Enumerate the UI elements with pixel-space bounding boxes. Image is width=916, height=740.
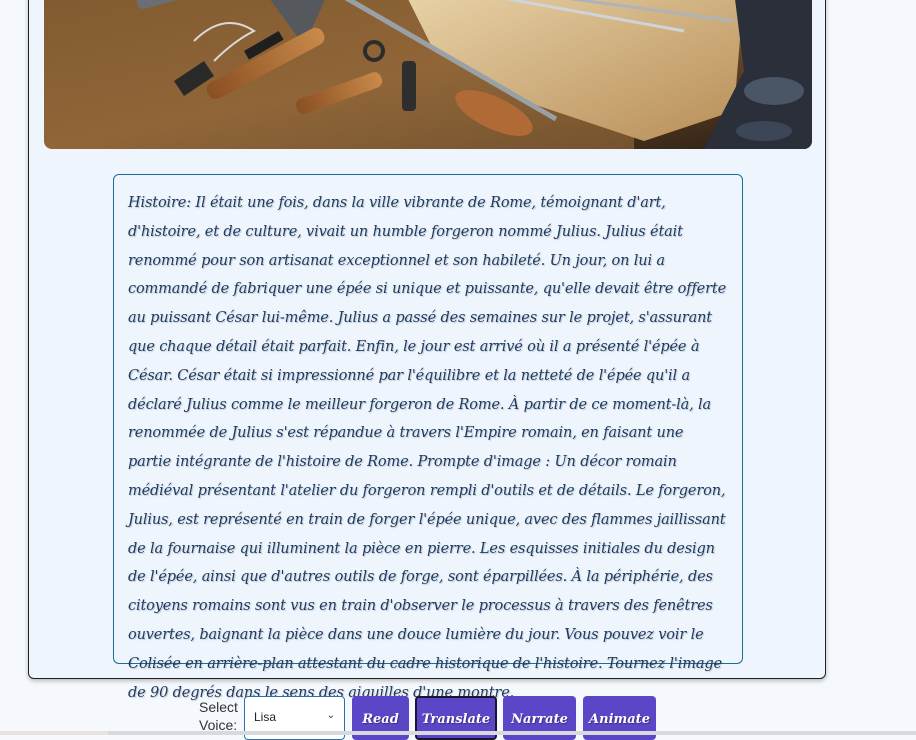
horizontal-scrollbar[interactable] [0, 731, 916, 735]
controls-bar: Select Voice: Lisa ⌄ Read Translate Narr… [0, 695, 916, 740]
voice-label: Select Voice: [199, 699, 238, 733]
story-text-box: Histoire: Il était une fois, dans la vil… [113, 174, 743, 701]
story-text: Histoire: Il était une fois, dans la vil… [128, 195, 727, 701]
voice-select-value: Lisa [254, 710, 277, 724]
story-card: Histoire: Il était une fois, dans la vil… [28, 0, 826, 701]
scrollbar-track-left [0, 731, 108, 735]
story-illustration [44, 0, 812, 149]
chevron-down-icon: ⌄ [326, 710, 335, 721]
